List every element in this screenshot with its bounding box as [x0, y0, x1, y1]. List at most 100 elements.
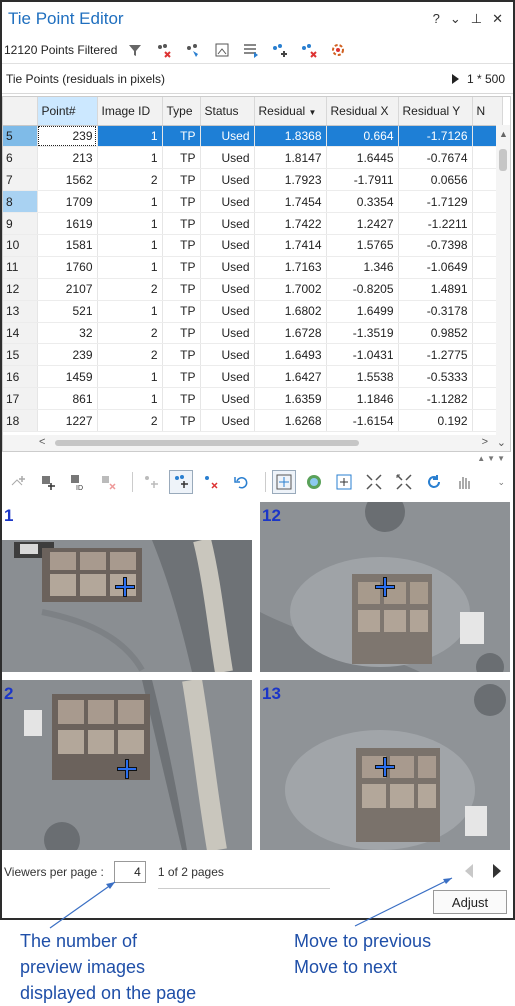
delete-tie-point-viewer-icon[interactable] [199, 470, 223, 494]
row-number[interactable]: 17 [3, 387, 38, 411]
row-number[interactable]: 15 [3, 343, 38, 367]
tie-point-marker-icon[interactable] [114, 576, 136, 598]
table-cell-image-id[interactable]: 1 [97, 234, 163, 257]
scroll-left-icon[interactable]: < [39, 436, 45, 448]
column-header-image-id[interactable]: Image ID [97, 97, 163, 126]
image-viewer-2[interactable]: 2 [2, 680, 252, 850]
table-cell-type[interactable]: TP [162, 146, 201, 170]
table-cell-residual[interactable]: 1.7163 [254, 256, 327, 279]
close-icon[interactable]: ✕ [492, 11, 503, 27]
table-cell-point[interactable]: 1709 [37, 190, 98, 214]
table-cell-image-id[interactable]: 1 [97, 365, 163, 389]
table-row[interactable]: 17 861 1 TP Used 1.6359 1.1846 -1.1282 [3, 387, 503, 411]
table-cell-rx[interactable]: -1.7911 [326, 168, 399, 192]
table-row[interactable]: 16 1459 1 TP Used 1.6427 1.5538 -0.5333 [3, 365, 503, 389]
table-cell-point[interactable]: 1581 [37, 234, 98, 257]
row-number[interactable]: 9 [3, 212, 38, 235]
tie-point-marker-icon[interactable] [374, 756, 396, 778]
ratio-control[interactable]: 1 * 500 [451, 72, 513, 86]
table-cell-ry[interactable]: -1.7126 [398, 125, 473, 148]
table-row[interactable]: 14 32 2 TP Used 1.6728 -1.3519 0.9852 [3, 322, 503, 345]
table-cell-type[interactable]: TP [162, 212, 201, 235]
table-cell-image-id[interactable]: 2 [97, 278, 163, 301]
horizontal-scroll-thumb[interactable] [55, 440, 359, 446]
table-cell-rx[interactable]: -1.0431 [326, 343, 399, 367]
table-cell-type[interactable]: TP [162, 343, 201, 367]
column-header-point[interactable]: Point# [37, 97, 98, 126]
table-row[interactable]: 8 1709 1 TP Used 1.7454 0.3354 -1.7129 [3, 190, 503, 214]
table-cell-ry[interactable]: -0.5333 [398, 365, 473, 389]
table-cell-point[interactable]: 239 [37, 125, 98, 148]
table-cell-point[interactable]: 861 [37, 387, 98, 411]
table-cell-image-id[interactable]: 1 [97, 300, 163, 323]
row-number[interactable]: 10 [3, 234, 38, 257]
table-cell-type[interactable]: TP [162, 387, 201, 411]
row-number[interactable]: 16 [3, 365, 38, 389]
image-viewer-12[interactable]: 12 [260, 502, 510, 672]
table-options-icon[interactable] [239, 39, 263, 61]
column-header-n[interactable]: N [472, 97, 503, 126]
table-cell-status[interactable]: Used [200, 365, 255, 389]
table-cell-type[interactable]: TP [162, 190, 201, 214]
row-number[interactable]: 5 [3, 125, 38, 148]
table-cell-residual[interactable]: 1.6493 [254, 343, 327, 367]
table-cell-residual[interactable]: 1.6359 [254, 387, 327, 411]
table-cell-rx[interactable]: 1.1846 [326, 387, 399, 411]
table-cell-status[interactable]: Used [200, 387, 255, 411]
add-point-by-id-icon[interactable]: ID [66, 470, 90, 494]
splitter-arrows-icon[interactable]: ▲▼▼ [477, 454, 507, 463]
column-header-type[interactable]: Type [162, 97, 201, 126]
table-row[interactable]: 10 1581 1 TP Used 1.7414 1.5765 -0.7398 [3, 234, 503, 257]
table-cell-rx[interactable]: 1.6499 [326, 300, 399, 323]
pin-icon[interactable]: ⊥ [471, 11, 482, 27]
row-number[interactable]: 14 [3, 322, 38, 345]
column-header-residual-y[interactable]: Residual Y [398, 97, 473, 126]
image-viewer-1[interactable]: 1 [2, 502, 252, 672]
table-cell-residual[interactable]: 1.7002 [254, 278, 327, 301]
table-cell-point[interactable]: 1619 [37, 212, 98, 235]
expand-arrow-icon[interactable] [451, 73, 459, 84]
tie-point-marker-icon[interactable] [374, 576, 396, 598]
table-cell-point[interactable]: 521 [37, 300, 98, 323]
table-cell-residual[interactable]: 1.6427 [254, 365, 327, 389]
row-number[interactable]: 8 [3, 190, 38, 214]
table-cell-ry[interactable]: -0.7674 [398, 146, 473, 170]
table-cell-point[interactable]: 1562 [37, 168, 98, 192]
column-header-residual[interactable]: Residual ▼ [254, 97, 327, 126]
table-cell-residual[interactable]: 1.7923 [254, 168, 327, 192]
previous-page-button[interactable] [465, 864, 473, 878]
table-cell-point[interactable]: 32 [37, 322, 98, 345]
table-cell-type[interactable]: TP [162, 256, 201, 279]
image-viewer-13[interactable]: 13 [260, 680, 510, 850]
table-cell-type[interactable]: TP [162, 322, 201, 345]
table-row[interactable]: 13 521 1 TP Used 1.6802 1.6499 -0.3178 [3, 300, 503, 323]
table-cell-point[interactable]: 1459 [37, 365, 98, 389]
settings-icon[interactable] [326, 39, 350, 61]
table-cell-point[interactable]: 213 [37, 146, 98, 170]
add-tie-point-icon[interactable] [268, 39, 292, 61]
center-view-icon[interactable] [332, 470, 356, 494]
panel-splitter[interactable]: ▲▼▼ [2, 454, 511, 464]
table-cell-status[interactable]: Used [200, 300, 255, 323]
table-cell-status[interactable]: Used [200, 190, 255, 214]
viewers-per-page-input[interactable]: 4 [113, 861, 146, 883]
table-cell-point[interactable]: 239 [37, 343, 98, 367]
table-cell-residual[interactable]: 1.8368 [254, 125, 327, 148]
table-cell-image-id[interactable]: 2 [97, 343, 163, 367]
table-row[interactable]: 6 213 1 TP Used 1.8147 1.6445 -0.7674 [3, 146, 503, 170]
add-tie-point-active-icon[interactable] [169, 470, 193, 494]
table-cell-type[interactable]: TP [162, 365, 201, 389]
row-number[interactable]: 6 [3, 146, 38, 170]
row-number[interactable]: 13 [3, 300, 38, 323]
table-cell-point[interactable]: 1760 [37, 256, 98, 279]
table-cell-rx[interactable]: 0.664 [326, 125, 399, 148]
add-tie-point-dim-icon[interactable] [139, 470, 163, 494]
table-row[interactable]: 11 1760 1 TP Used 1.7163 1.346 -1.0649 [3, 256, 503, 279]
table-cell-image-id[interactable]: 2 [97, 322, 163, 345]
remove-point-icon[interactable] [96, 470, 120, 494]
chevron-down-icon[interactable]: ⌄ [450, 11, 461, 27]
table-cell-ry[interactable]: -1.1282 [398, 387, 473, 411]
table-cell-rx[interactable]: 1.346 [326, 256, 399, 279]
pan-hand-icon[interactable] [452, 470, 476, 494]
table-cell-ry[interactable]: -1.2775 [398, 343, 473, 367]
